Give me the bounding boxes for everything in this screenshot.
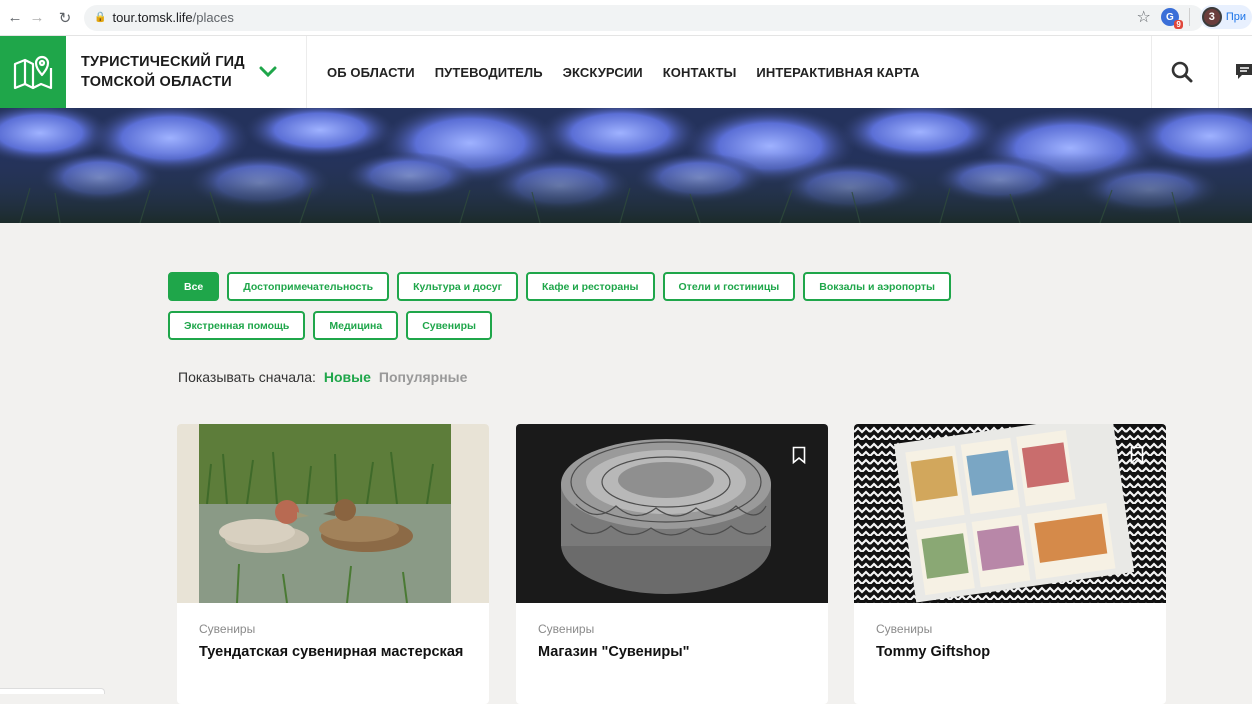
back-arrow-icon[interactable]: ← [4,7,26,29]
map-pin-icon [13,55,53,90]
site-header: ТУРИСТИЧЕСКИЙ ГИД ТОМСКОЙ ОБЛАСТИ ОБ ОБЛ… [0,36,1252,108]
hero-banner [0,108,1252,223]
filter-chip-all[interactable]: Все [168,272,220,301]
filter-chip-attractions[interactable]: Достопримечательность [227,272,390,301]
url-path: /places [192,10,234,25]
duck-decoys-image [177,424,489,603]
nav-item-guide[interactable]: ПУТЕВОДИТЕЛЬ [435,65,543,80]
bookmark-icon[interactable] [792,446,806,469]
category-filters: Все Достопримечательность Культура и дос… [168,272,1068,350]
filter-chip-cafes[interactable]: Кафе и рестораны [526,272,655,301]
header-divider [306,36,307,108]
sort-control: Показывать сначала: Новые Популярные [178,369,467,385]
filter-row-2: Экстренная помощь Медицина Сувениры [168,311,1068,340]
place-card[interactable]: Сувениры Tommy Giftshop [854,424,1166,704]
chat-icon[interactable] [1234,58,1252,86]
bookmark-icon[interactable] [1130,446,1144,469]
card-category: Сувениры [538,622,595,636]
sort-label: Показывать сначала: [178,369,316,385]
bottom-tab [0,688,105,694]
filter-chip-hotels[interactable]: Отели и гостиницы [662,272,796,301]
card-title[interactable]: Tommy Giftshop [876,642,1144,663]
profile-label: При [1225,11,1246,23]
lock-icon: 🔒 [94,12,107,23]
sort-option-new[interactable]: Новые [324,369,371,385]
header-divider [1151,36,1152,108]
card-category: Сувениры [199,622,256,636]
card-category: Сувениры [876,622,933,636]
card-image [854,424,1166,603]
logo[interactable] [0,36,66,108]
filter-row-1: Все Достопримечательность Культура и дос… [168,272,1068,301]
filter-chip-culture[interactable]: Культура и досуг [397,272,519,301]
place-card[interactable]: Сувениры Магазин "Сувениры" [516,424,828,704]
chevron-down-icon[interactable] [259,66,277,78]
hero-flowers-image [0,108,1252,223]
filter-chip-emergency[interactable]: Экстренная помощь [168,311,306,340]
site-title[interactable]: ТУРИСТИЧЕСКИЙ ГИД ТОМСКОЙ ОБЛАСТИ [81,52,245,92]
url-host: tour.tomsk.life [112,10,193,25]
card-body: Сувениры Tommy Giftshop [854,603,1166,682]
extension-icon[interactable]: G9 [1160,8,1183,29]
browser-toolbar: ← → ↻ 🔒 tour.tomsk.life/places ☆ G9 3 Пр… [0,0,1252,36]
address-bar[interactable]: 🔒 tour.tomsk.life/places [84,4,1204,31]
filter-chip-medicine[interactable]: Медицина [313,311,399,340]
forward-arrow-icon[interactable]: → [26,7,48,29]
site-title-line1: ТУРИСТИЧЕСКИЙ ГИД [81,54,245,70]
card-title[interactable]: Магазин "Сувениры" [538,642,806,663]
card-image [516,424,828,603]
site-title-line2: ТОМСКОЙ ОБЛАСТИ [81,74,232,90]
reload-icon[interactable]: ↻ [54,7,76,29]
search-icon[interactable] [1166,56,1198,88]
toolbar-divider [1188,8,1190,26]
nav-item-about-region[interactable]: ОБ ОБЛАСТИ [327,65,415,80]
card-image [177,424,489,603]
card-body: Сувениры Туендатская сувенирная мастерск… [177,603,489,682]
place-card[interactable]: Сувениры Туендатская сувенирная мастерск… [177,424,489,704]
extension-badge: 9 [1174,20,1183,29]
filter-chip-stations[interactable]: Вокзалы и аэропорты [803,272,951,301]
main-nav: ОБ ОБЛАСТИ ПУТЕВОДИТЕЛЬ ЭКСКУРСИИ КОНТАК… [327,36,920,108]
bookmark-star-icon[interactable]: ☆ [1136,7,1150,27]
nav-item-interactive-map[interactable]: ИНТЕРАКТИВНАЯ КАРТА [756,65,919,80]
header-divider [1218,36,1219,108]
sort-option-popular[interactable]: Популярные [379,369,467,385]
browser-actions: ☆ G9 3 При [1136,5,1252,29]
nav-item-excursions[interactable]: ЭКСКУРСИИ [563,65,643,80]
nav-item-contacts[interactable]: КОНТАКТЫ [663,65,737,80]
magnets-image [854,424,1166,603]
profile-button[interactable]: 3 При [1199,5,1252,29]
card-body: Сувениры Магазин "Сувениры" [516,603,828,682]
carved-box-image [516,424,828,603]
profile-avatar: 3 [1201,7,1222,27]
filter-chip-souvenirs[interactable]: Сувениры [406,311,492,340]
card-title[interactable]: Туендатская сувенирная мастерская [199,642,467,663]
